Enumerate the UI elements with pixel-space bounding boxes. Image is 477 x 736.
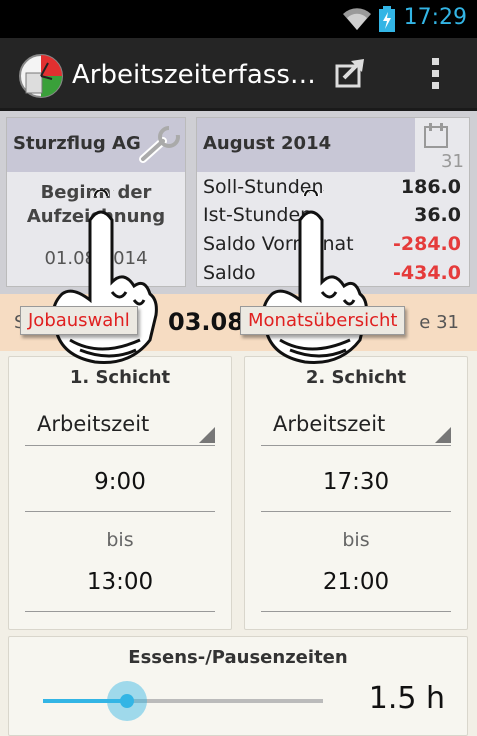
shift-card-1: 1. Schicht Arbeitszeit 9:00 bis 13:00 xyxy=(8,356,232,630)
hand-pointer-icon xyxy=(51,190,158,365)
shift-type-value: Arbeitszeit xyxy=(273,412,386,436)
wifi-icon xyxy=(343,8,371,30)
stat-value: 36.0 xyxy=(414,204,461,226)
stat-value: -284.0 xyxy=(393,233,461,255)
shift-end-time[interactable]: 13:00 xyxy=(25,569,215,612)
dropdown-arrow-icon xyxy=(199,427,215,443)
stat-value: 186.0 xyxy=(400,176,461,198)
job-card-header: Sturzflug AG xyxy=(7,118,185,172)
month-title: August 2014 xyxy=(203,133,332,154)
shift-card-2: 2. Schicht Arbeitszeit 17:30 bis 21:00 xyxy=(244,356,468,630)
status-time: 17:29 xyxy=(403,5,467,30)
time-separator: bis xyxy=(106,529,134,551)
date-bar-right-text: e 31 xyxy=(419,312,459,333)
tooltip-jobauswahl: Jobauswahl xyxy=(20,306,138,335)
pause-value: 1.5 h xyxy=(368,681,445,716)
stat-label: Saldo xyxy=(203,262,256,284)
calendar-day-number: 31 xyxy=(441,151,464,171)
pause-slider[interactable] xyxy=(43,699,323,703)
wrench-icon[interactable] xyxy=(139,125,183,165)
action-bar: Arbeitszeiterfass… xyxy=(0,38,477,111)
shift-start-time[interactable]: 17:30 xyxy=(261,469,451,512)
shift-title: 1. Schicht xyxy=(69,367,171,388)
calendar-icon[interactable]: 31 xyxy=(421,121,467,171)
time-separator: bis xyxy=(342,529,370,551)
pause-title: Essens-/Pausenzeiten xyxy=(128,647,348,668)
month-card-header: August 2014 xyxy=(197,118,415,172)
shift-type-dropdown[interactable]: Arbeitszeit xyxy=(261,407,451,446)
shift-type-value: Arbeitszeit xyxy=(37,412,150,436)
stat-value: -434.0 xyxy=(393,262,461,284)
pause-card: Essens-/Pausenzeiten 1.5 h xyxy=(8,636,468,736)
job-name: Sturzflug AG xyxy=(13,133,141,154)
shift-end-time[interactable]: 21:00 xyxy=(261,569,451,612)
battery-charging-icon xyxy=(379,6,395,32)
hand-pointer-icon xyxy=(261,190,368,365)
status-bar: 17:29 xyxy=(0,0,477,38)
shift-type-dropdown[interactable]: Arbeitszeit xyxy=(25,407,215,446)
app-logo-icon[interactable] xyxy=(18,53,64,99)
tooltip-monatsuebersicht: Monatsübersicht xyxy=(240,306,406,335)
shift-start-time[interactable]: 9:00 xyxy=(25,469,215,512)
dropdown-arrow-icon xyxy=(435,427,451,443)
pause-slider-thumb[interactable] xyxy=(107,681,147,721)
overflow-menu-icon[interactable] xyxy=(430,56,442,92)
pause-slider-thumb-core xyxy=(120,694,134,708)
shift-title: 2. Schicht xyxy=(305,367,407,388)
share-icon[interactable] xyxy=(334,56,368,90)
app-title: Arbeitszeiterfass… xyxy=(72,60,316,90)
